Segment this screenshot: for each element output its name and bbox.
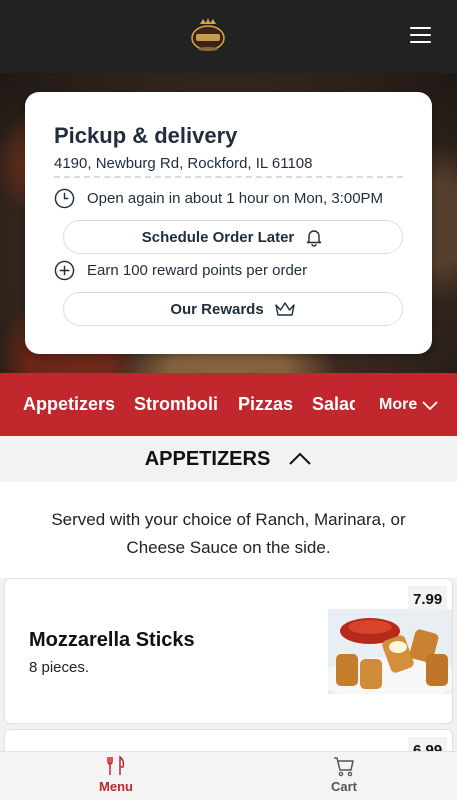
- shopping-cart-icon: [334, 757, 354, 777]
- our-rewards-button[interactable]: Our Rewards: [63, 292, 403, 326]
- nav-menu[interactable]: Menu: [76, 755, 156, 794]
- section-description-area: Served with your choice of Ranch, Marina…: [0, 482, 457, 578]
- menu-item-name: Mozzarella Sticks: [29, 629, 195, 651]
- category-nav: Appetizers Stromboli Pizzas Salads More: [0, 373, 457, 436]
- our-rewards-label: Our Rewards: [170, 300, 264, 318]
- bell-icon: [307, 230, 322, 247]
- hours-row: Open again in about 1 hour on Mon, 3:00P…: [54, 188, 383, 209]
- more-categories-button[interactable]: More: [367, 373, 457, 436]
- store-address: 4190, Newburg Rd, Rockford, IL 61108: [54, 155, 313, 172]
- bottom-nav: Menu Cart: [0, 751, 457, 800]
- hamburger-menu-icon[interactable]: [410, 27, 431, 45]
- reward-row: Earn 100 reward points per order: [54, 260, 307, 281]
- top-bar: [0, 0, 457, 73]
- category-salads[interactable]: Salads: [312, 394, 355, 415]
- mozzarella-sticks-image: [328, 609, 452, 694]
- nav-cart[interactable]: Cart: [304, 755, 384, 794]
- chevron-down-icon: [422, 400, 438, 410]
- more-label: More: [379, 395, 418, 413]
- chevron-up-icon: [289, 452, 311, 465]
- crown-logo-icon[interactable]: [190, 16, 226, 56]
- category-appetizers[interactable]: Appetizers: [23, 394, 115, 415]
- divider: [54, 176, 403, 178]
- nav-menu-label: Menu: [99, 779, 133, 794]
- nav-cart-label: Cart: [330, 779, 357, 794]
- store-info-card: Pickup & delivery 4190, Newburg Rd, Rock…: [25, 92, 432, 354]
- crown-icon: [274, 302, 295, 316]
- menu-item-description: 8 pieces.: [29, 659, 90, 676]
- hours-text: Open again in about 1 hour on Mon, 3:00P…: [87, 190, 384, 207]
- category-pizzas[interactable]: Pizzas: [238, 394, 293, 415]
- section-description: Served with your choice of Ranch, Marina…: [51, 510, 406, 557]
- schedule-order-later-label: Schedule Order Later: [141, 228, 295, 246]
- menu-item-card[interactable]: Mozzarella Sticks 8 pieces. 7.99: [4, 578, 453, 724]
- plus-circle-icon: [54, 260, 75, 281]
- section-header-appetizers[interactable]: APPETIZERS: [0, 436, 457, 482]
- fork-knife-icon: [107, 755, 125, 775]
- section-title: APPETIZERS: [144, 447, 271, 470]
- clock-icon: [54, 188, 75, 209]
- store-info-title: Pickup & delivery: [54, 123, 238, 148]
- schedule-order-later-button[interactable]: Schedule Order Later: [63, 220, 403, 254]
- reward-text: Earn 100 reward points per order: [87, 262, 308, 279]
- category-stromboli[interactable]: Stromboli: [134, 394, 218, 415]
